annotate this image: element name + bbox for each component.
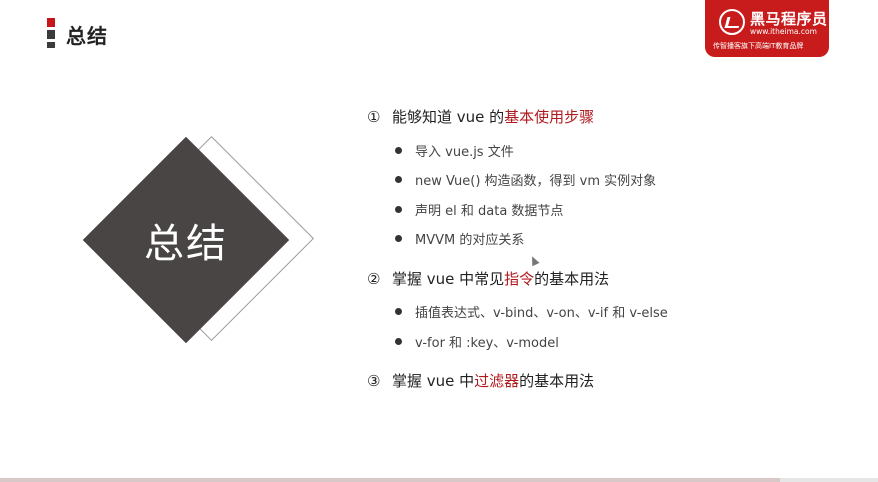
bullet-icon [395, 308, 402, 315]
brand-logo: 黑马程序员 www.itheima.com 传智播客旗下高端IT教育品牌 [705, 0, 829, 57]
section-highlight: 基本使用步骤 [504, 108, 595, 126]
logo-slogan: 传智播客旗下高端IT教育品牌 [713, 42, 804, 50]
list-item: v-for 和 :key、v-model [395, 332, 559, 351]
list-item: 声明 el 和 data 数据节点 [395, 200, 563, 219]
list-item: MVVM 的对应关系 [395, 229, 524, 248]
list-item: 插值表达式、v-bind、v-on、v-if 和 v-else [395, 302, 668, 321]
section-number: ② [367, 270, 381, 288]
section-suffix: 的基本用法 [534, 270, 610, 288]
list-item: new Vue() 构造函数，得到 vm 实例对象 [395, 170, 656, 189]
section-suffix: 的基本用法 [519, 372, 595, 390]
section-prefix: 掌握 vue 中常见 [392, 270, 505, 288]
section-number: ③ [367, 372, 381, 390]
list-item: 导入 vue.js 文件 [395, 141, 514, 160]
section-prefix: 能够知道 vue 的 [392, 108, 505, 126]
bullet-icon [395, 206, 402, 213]
section-title-3: ③ 掌握 vue 中过滤器的基本用法 [367, 370, 594, 391]
section-title-1: ① 能够知道 vue 的基本使用步骤 [367, 106, 594, 127]
list-item-text: 导入 vue.js 文件 [415, 145, 514, 160]
section-title-2: ② 掌握 vue 中常见指令的基本用法 [367, 268, 609, 289]
logo-name: 黑马程序员 [750, 10, 828, 28]
section-highlight: 过滤器 [474, 372, 520, 390]
slide: 总结 黑马程序员 www.itheima.com 传智播客旗下高端IT教育品牌 … [0, 0, 878, 478]
progress-bar [0, 478, 878, 482]
bullet-icon [395, 176, 402, 183]
list-item-text: v-for 和 :key、v-model [415, 336, 559, 351]
diamond-label: 总结 [144, 221, 228, 267]
list-item-text: 插值表达式、v-bind、v-on、v-if 和 v-else [415, 306, 668, 321]
header-mark-icon [47, 18, 55, 50]
list-item-text: 声明 el 和 data 数据节点 [415, 204, 564, 219]
bullet-icon [395, 147, 402, 154]
mouse-cursor-icon [528, 254, 540, 267]
section-prefix: 掌握 vue 中 [392, 372, 475, 390]
bullet-icon [395, 338, 402, 345]
list-item-text: MVVM 的对应关系 [415, 233, 525, 248]
logo-url: www.itheima.com [750, 27, 817, 36]
section-highlight: 指令 [504, 270, 535, 288]
horse-logo-icon [719, 9, 745, 35]
bullet-icon [395, 235, 402, 242]
list-item-text: new Vue() 构造函数，得到 vm 实例对象 [415, 174, 657, 189]
section-number: ① [367, 108, 381, 126]
page-title: 总结 [66, 24, 108, 48]
